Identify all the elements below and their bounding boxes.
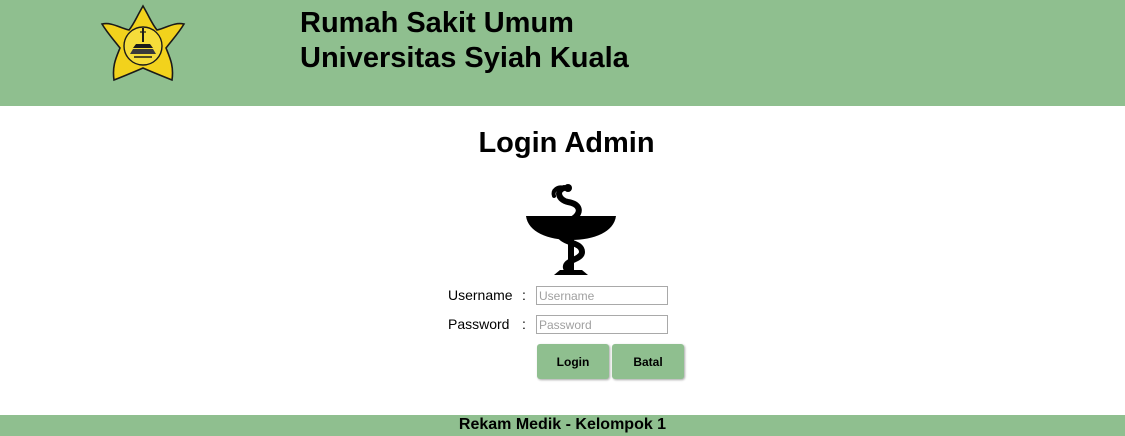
username-label: Username — [448, 287, 513, 303]
hospital-name: Rumah Sakit Umum Universitas Syiah Kuala — [300, 6, 629, 76]
username-separator: : — [522, 287, 526, 303]
hospital-name-line1: Rumah Sakit Umum — [300, 7, 574, 39]
university-star-logo — [100, 4, 186, 82]
footer-bar: Rekam Medik - Kelompok 1 — [0, 415, 1125, 436]
password-input[interactable] — [536, 315, 668, 334]
page-title: Login Admin — [478, 127, 655, 159]
login-page: Rumah Sakit Umum Universitas Syiah Kuala… — [0, 0, 1125, 436]
cancel-button[interactable]: Batal — [612, 344, 684, 379]
password-label: Password — [448, 316, 510, 332]
header-bar: Rumah Sakit Umum Universitas Syiah Kuala — [0, 0, 1125, 106]
password-separator: : — [522, 316, 526, 332]
username-input[interactable] — [536, 286, 668, 305]
login-button[interactable]: Login — [537, 344, 609, 379]
bowl-of-hygieia-icon — [526, 184, 616, 275]
hospital-name-line2: Universitas Syiah Kuala — [300, 42, 629, 74]
